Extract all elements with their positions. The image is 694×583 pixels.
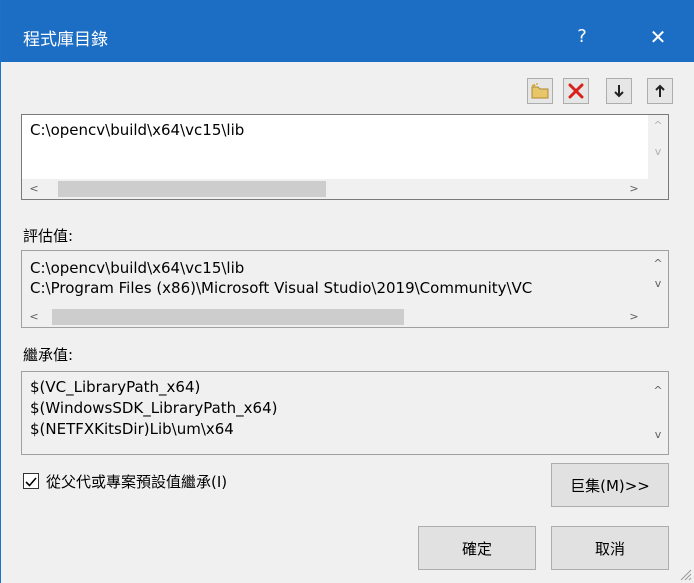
close-button[interactable]: ✕ xyxy=(633,14,683,60)
macros-button[interactable]: 巨集(M)>> xyxy=(551,463,669,507)
library-directories-dialog: 程式庫目錄 ? ✕ C:\opencv\build\x64\vc15\lib ^… xyxy=(0,0,694,583)
help-button[interactable]: ? xyxy=(557,14,607,60)
scroll-left-arrow[interactable]: < xyxy=(24,182,44,195)
delete-line-button[interactable] xyxy=(563,78,589,104)
path-list-vertical-scrollbar[interactable]: ^ v xyxy=(648,115,668,179)
scroll-up-arrow[interactable]: ^ xyxy=(648,257,668,270)
move-up-button[interactable] xyxy=(647,78,673,104)
scroll-right-arrow[interactable]: > xyxy=(624,182,644,195)
scroll-up-arrow[interactable]: ^ xyxy=(648,384,668,397)
new-folder-icon xyxy=(531,83,549,99)
scroll-left-arrow[interactable]: < xyxy=(24,310,44,323)
evaluated-horizontal-scrollbar[interactable]: < > xyxy=(22,307,668,327)
arrow-down-icon xyxy=(614,85,624,98)
scroll-down-arrow[interactable]: v xyxy=(648,428,668,441)
inherited-line: $(NETFXKitsDir)Lib\um\x64 xyxy=(30,420,234,438)
scroll-down-arrow[interactable]: v xyxy=(648,145,668,158)
path-list-item[interactable]: C:\opencv\build\x64\vc15\lib xyxy=(30,121,244,139)
new-line-button[interactable] xyxy=(527,78,553,104)
inherited-vertical-scrollbar[interactable]: ^ v xyxy=(648,372,668,454)
inherit-checkbox[interactable] xyxy=(23,473,39,489)
path-listbox[interactable]: C:\opencv\build\x64\vc15\lib ^ v < > xyxy=(21,114,669,200)
ok-button[interactable]: 確定 xyxy=(418,526,536,570)
scroll-up-arrow[interactable]: ^ xyxy=(648,119,668,132)
scroll-right-arrow[interactable]: > xyxy=(624,310,644,323)
inherit-checkbox-label[interactable]: 從父代或專案預設值繼承(I) xyxy=(46,471,227,492)
inherited-line: $(VC_LibraryPath_x64) xyxy=(30,378,201,396)
evaluated-line: C:\Program Files (x86)\Microsoft Visual … xyxy=(30,279,533,297)
inherited-line: $(WindowsSDK_LibraryPath_x64) xyxy=(30,399,278,417)
inherited-label: 繼承值: xyxy=(23,346,74,364)
cancel-button[interactable]: 取消 xyxy=(551,526,669,570)
evaluated-value-box[interactable]: C:\opencv\build\x64\vc15\lib C:\Program … xyxy=(21,250,669,328)
scroll-thumb[interactable] xyxy=(58,181,326,197)
path-list-horizontal-scrollbar[interactable]: < > xyxy=(22,179,668,199)
arrow-up-icon xyxy=(655,84,665,97)
evaluated-line: C:\opencv\build\x64\vc15\lib xyxy=(30,259,245,277)
move-down-button[interactable] xyxy=(606,78,632,104)
scroll-down-arrow[interactable]: v xyxy=(648,277,668,290)
evaluated-vertical-scrollbar[interactable]: ^ v xyxy=(648,251,668,307)
scroll-thumb[interactable] xyxy=(52,309,404,325)
dialog-title: 程式庫目錄 xyxy=(23,30,108,50)
inherited-values-box[interactable]: $(VC_LibraryPath_x64) $(WindowsSDK_Libra… xyxy=(21,371,669,455)
title-bar[interactable]: 程式庫目錄 ? ✕ xyxy=(1,0,694,62)
resize-grip-icon[interactable] xyxy=(678,567,692,581)
checkmark-icon xyxy=(25,477,37,487)
evaluated-label: 評估值: xyxy=(23,227,74,245)
delete-icon xyxy=(568,83,584,99)
